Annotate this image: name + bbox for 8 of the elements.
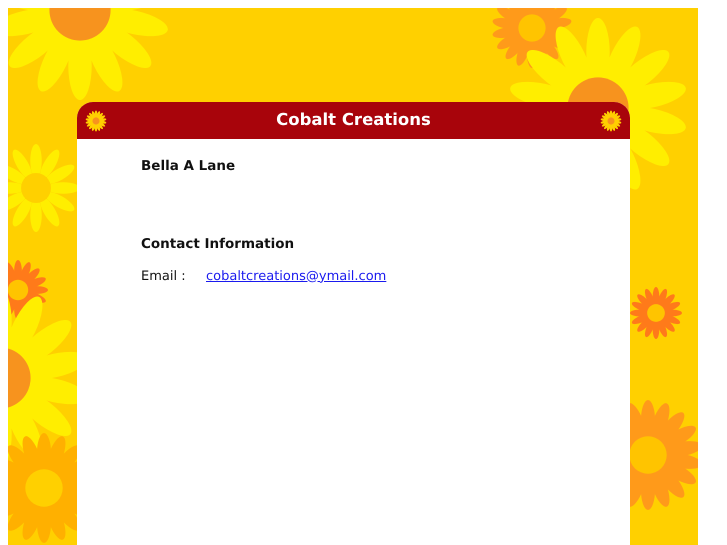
section-heading: Contact Information [141,235,296,254]
site-title: Cobalt Creations [276,109,431,132]
sunflower-icon [600,110,622,132]
sunflower-icon [85,110,107,132]
person-name: Bella A Lane [141,157,236,176]
field-label: Email : [141,268,187,286]
email-link[interactable]: cobaltcreations@ymail.com [206,266,386,286]
sunflower-drawing [630,287,682,339]
